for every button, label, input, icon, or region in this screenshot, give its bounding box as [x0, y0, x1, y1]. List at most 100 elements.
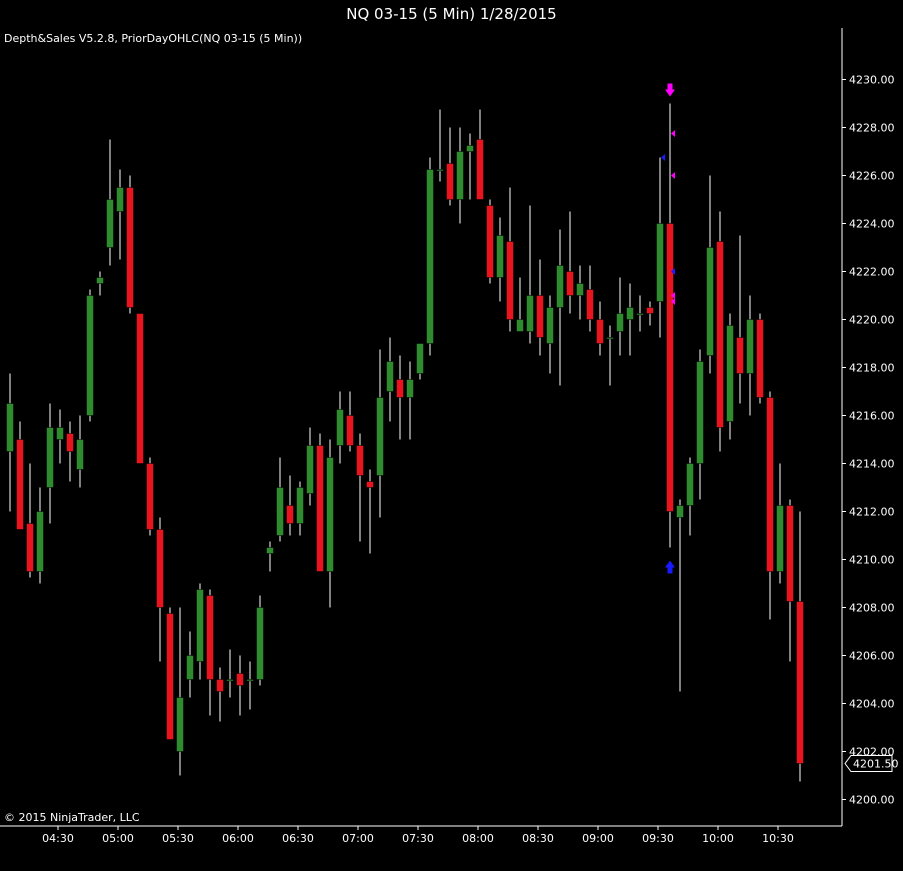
candle-down[interactable]	[646, 307, 654, 314]
y-tick-label: 4218.00	[849, 362, 895, 375]
x-tick-label: 05:30	[162, 832, 194, 845]
candle-up[interactable]	[656, 223, 664, 302]
candle-up[interactable]	[336, 409, 344, 446]
candle-up[interactable]	[256, 607, 264, 680]
candle-down[interactable]	[166, 613, 174, 740]
candle-up[interactable]	[246, 679, 254, 682]
candle-up[interactable]	[726, 325, 734, 422]
chart-panel[interactable]: 4200.00 4202.00 4204.00 4206.00 4208.00 4210.…	[0, 28, 903, 871]
candle-up[interactable]	[36, 511, 44, 572]
x-tick-label: 06:00	[222, 832, 254, 845]
candle-down[interactable]	[206, 595, 214, 680]
y-tick-label: 4220.00	[849, 314, 895, 327]
candle-down[interactable]	[536, 295, 544, 338]
candle-down[interactable]	[26, 523, 34, 572]
candle-down[interactable]	[586, 289, 594, 320]
candle-down[interactable]	[596, 319, 604, 344]
x-tick-label: 08:00	[462, 832, 494, 845]
candle-up[interactable]	[386, 361, 394, 392]
candle-up[interactable]	[556, 265, 564, 308]
y-tick-label: 4224.00	[849, 218, 895, 231]
candle-down[interactable]	[766, 397, 774, 572]
candle-down[interactable]	[446, 163, 454, 200]
candle-down[interactable]	[736, 337, 744, 374]
candle-up[interactable]	[496, 235, 504, 278]
candle-up[interactable]	[466, 145, 474, 152]
candle-down[interactable]	[216, 679, 224, 692]
candle-down[interactable]	[156, 529, 164, 608]
x-tick-label: 06:30	[282, 832, 314, 845]
y-tick-label: 4222.00	[849, 266, 895, 279]
candle-down[interactable]	[796, 601, 804, 764]
candle-up[interactable]	[76, 439, 84, 470]
candle-down[interactable]	[486, 205, 494, 278]
candle-up[interactable]	[186, 655, 194, 680]
candlestick-chart[interactable]: 4200.004202.004204.004206.004208.004210.…	[0, 28, 903, 871]
candle-up[interactable]	[746, 319, 754, 374]
candle-up[interactable]	[626, 307, 634, 320]
candle-up[interactable]	[456, 151, 464, 200]
candle-up[interactable]	[676, 505, 684, 518]
candle-down[interactable]	[756, 319, 764, 398]
candle-up[interactable]	[686, 463, 694, 506]
candle-up[interactable]	[636, 313, 644, 316]
candle-down[interactable]	[366, 481, 374, 488]
candle-down[interactable]	[146, 463, 154, 530]
candle-down[interactable]	[506, 241, 514, 320]
candle-up[interactable]	[196, 589, 204, 662]
y-tick-label: 4204.00	[849, 698, 895, 711]
candle-down[interactable]	[666, 223, 674, 512]
candle-down[interactable]	[316, 445, 324, 572]
candle-up[interactable]	[46, 427, 54, 488]
candle-up[interactable]	[696, 361, 704, 464]
y-tick-label: 4228.00	[849, 122, 895, 135]
candle-down[interactable]	[126, 187, 134, 308]
candle-down[interactable]	[396, 379, 404, 398]
candle-up[interactable]	[226, 679, 234, 682]
candle-up[interactable]	[526, 295, 534, 332]
x-tick-label: 08:30	[522, 832, 554, 845]
candle-up[interactable]	[706, 247, 714, 356]
candle-up[interactable]	[616, 313, 624, 332]
candle-up[interactable]	[296, 487, 304, 524]
candle-up[interactable]	[426, 169, 434, 344]
candle-up[interactable]	[376, 397, 384, 476]
x-tick-label: 07:30	[402, 832, 434, 845]
candle-up[interactable]	[326, 457, 334, 572]
y-tick-label: 4230.00	[849, 74, 895, 87]
candle-down[interactable]	[16, 439, 24, 530]
x-tick-label: 10:30	[762, 832, 794, 845]
candle-up[interactable]	[96, 277, 104, 284]
candle-up[interactable]	[266, 547, 274, 554]
candle-up[interactable]	[56, 427, 64, 440]
candle-down[interactable]	[136, 313, 144, 464]
x-tick-label: 05:00	[102, 832, 134, 845]
candle-up[interactable]	[576, 283, 584, 296]
candle-down[interactable]	[566, 271, 574, 296]
candle-up[interactable]	[6, 403, 14, 452]
candle-up[interactable]	[776, 505, 784, 572]
x-tick-label: 09:30	[642, 832, 674, 845]
candle-down[interactable]	[476, 139, 484, 200]
candle-down[interactable]	[236, 673, 244, 686]
candle-up[interactable]	[516, 319, 524, 332]
last-price-label: 4201.50	[853, 758, 899, 771]
candle-up[interactable]	[546, 307, 554, 344]
candle-up[interactable]	[276, 487, 284, 536]
candle-down[interactable]	[356, 445, 364, 476]
candle-down[interactable]	[716, 241, 724, 428]
candle-down[interactable]	[346, 415, 354, 446]
candle-down[interactable]	[66, 433, 74, 452]
candle-up[interactable]	[86, 295, 94, 416]
candle-up[interactable]	[436, 169, 444, 172]
candle-up[interactable]	[416, 343, 424, 374]
candle-up[interactable]	[606, 337, 614, 340]
candle-down[interactable]	[786, 505, 794, 602]
y-tick-label: 4212.00	[849, 506, 895, 519]
candle-up[interactable]	[176, 697, 184, 752]
candle-up[interactable]	[106, 199, 114, 248]
candle-down[interactable]	[286, 505, 294, 524]
candle-up[interactable]	[116, 187, 124, 212]
candle-up[interactable]	[306, 445, 314, 494]
candle-up[interactable]	[406, 379, 414, 398]
